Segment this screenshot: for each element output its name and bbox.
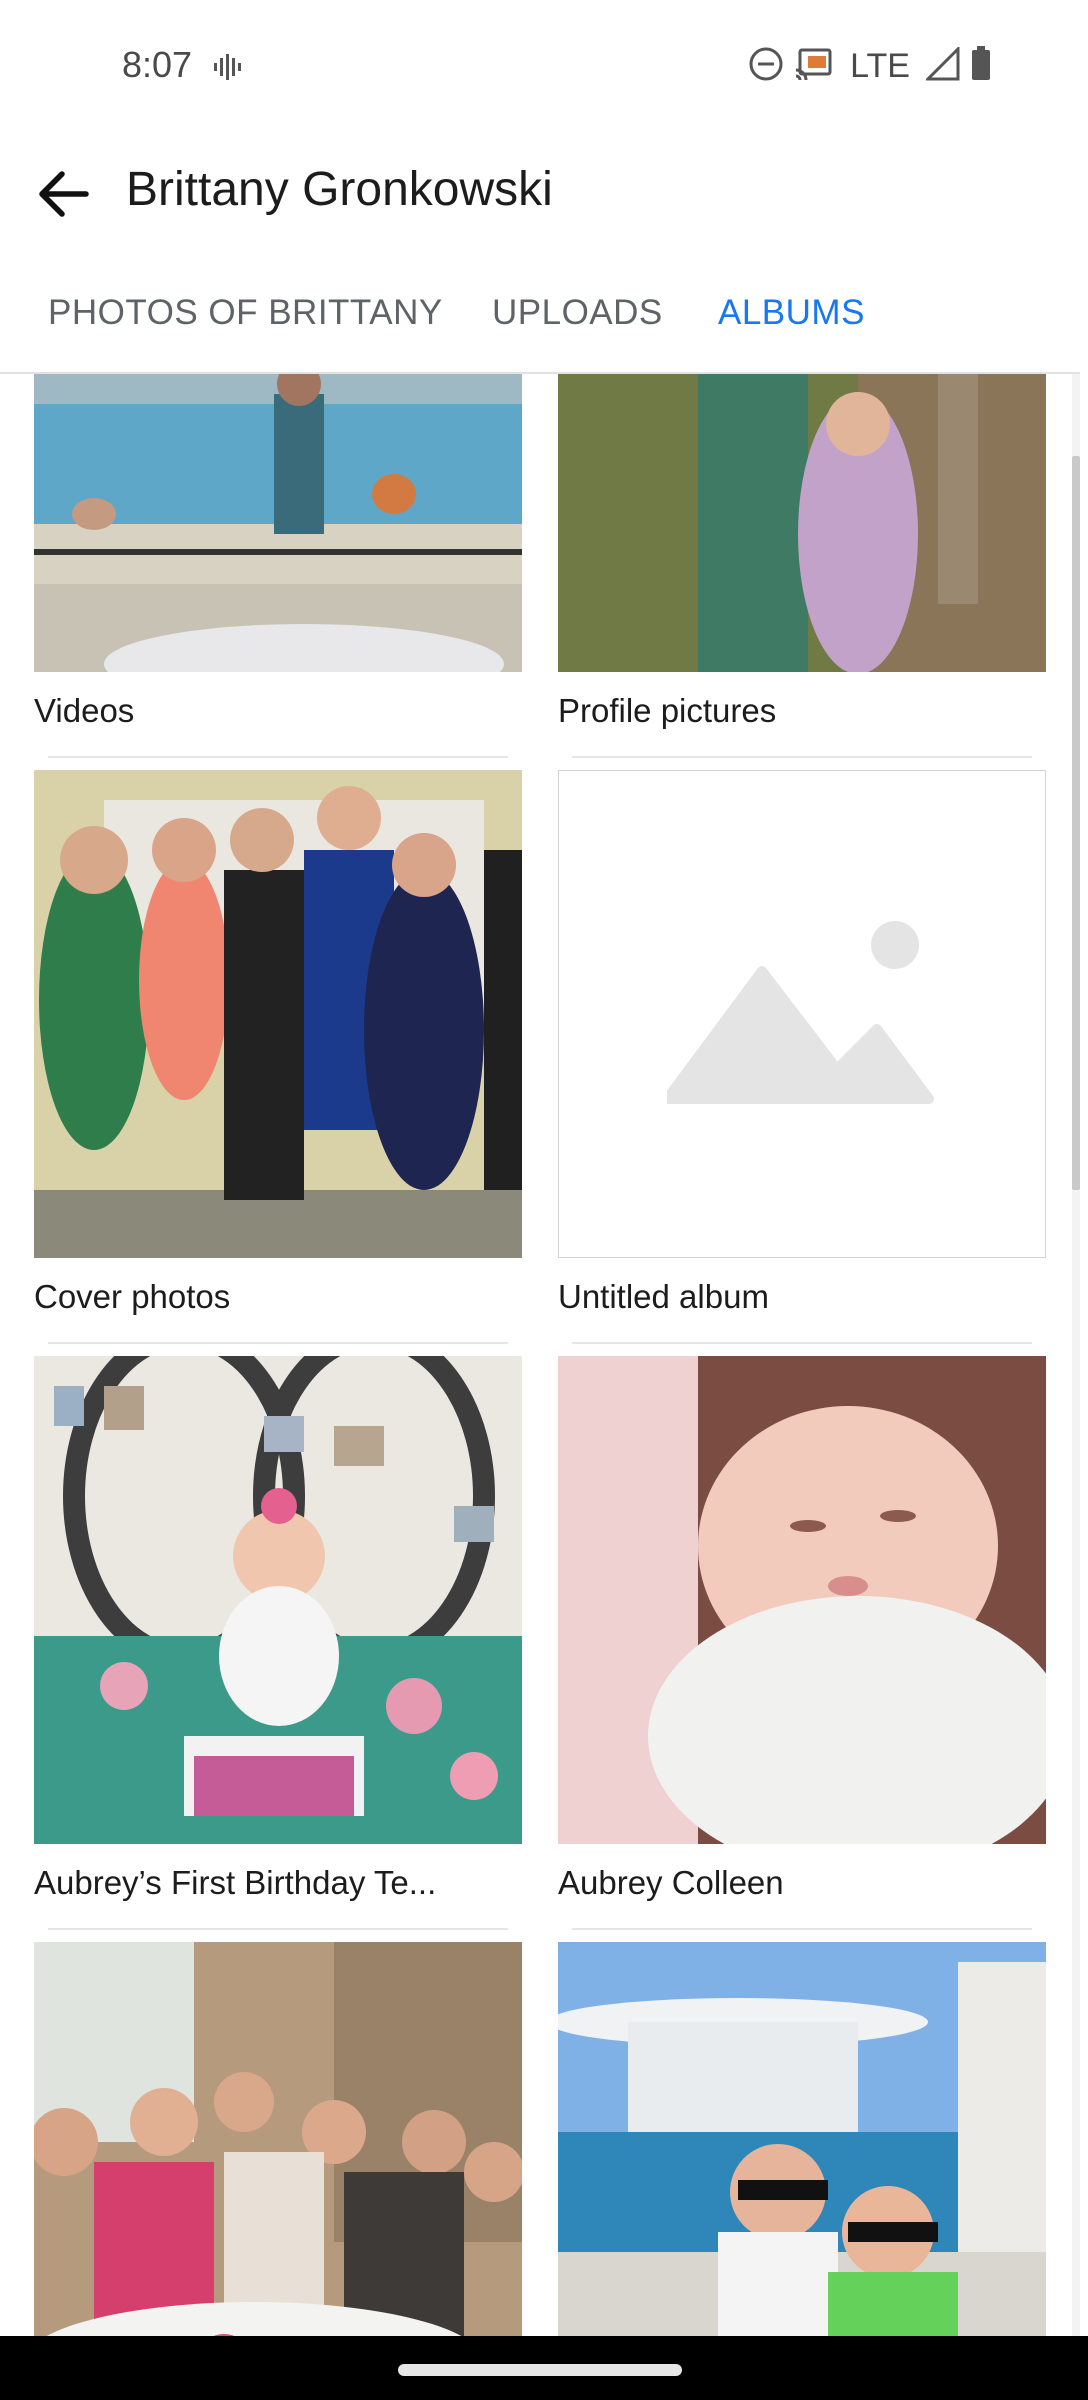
divider <box>572 1928 1032 1930</box>
album-title: Untitled album <box>558 1278 769 1315</box>
album-thumbnail-placeholder[interactable] <box>558 770 1046 1258</box>
album-thumbnail[interactable] <box>34 770 522 1258</box>
album-card[interactable]: Untitled album <box>558 770 1046 1316</box>
album-thumbnail[interactable] <box>34 374 522 672</box>
album-card[interactable]: Profile pictures <box>558 374 1046 730</box>
scrollbar-thumb[interactable] <box>1072 456 1080 1190</box>
page-title: Brittany Gronkowski <box>126 163 553 216</box>
signal-icon <box>924 45 960 86</box>
album-title: Profile pictures <box>558 692 777 729</box>
divider <box>48 756 508 758</box>
album-title: Aubrey Colleen <box>558 1864 784 1901</box>
tab-bar: PHOTOS OF BRITTANY UPLOADS ALBUMS <box>0 254 1080 374</box>
status-bar: 8:07 LTE <box>0 0 1088 134</box>
status-icons: LTE <box>748 45 992 87</box>
album-title: Cover photos <box>34 1278 231 1315</box>
album-thumbnail[interactable] <box>558 374 1046 672</box>
vibrate-icon <box>212 52 242 87</box>
album-thumbnail[interactable] <box>558 1942 1046 2336</box>
divider <box>48 1928 508 1930</box>
cast-icon <box>794 46 834 87</box>
divider <box>48 1342 508 1344</box>
back-button[interactable] <box>30 160 98 228</box>
arrow-back-icon <box>39 171 89 217</box>
album-card[interactable] <box>558 1942 1046 2336</box>
album-thumbnail[interactable] <box>558 1356 1046 1844</box>
tab-uploads[interactable]: UPLOADS <box>492 254 663 372</box>
divider <box>572 1342 1032 1344</box>
album-card[interactable]: Aubrey Colleen <box>558 1356 1046 1902</box>
do-not-disturb-icon <box>748 46 784 87</box>
album-card[interactable]: Videos <box>34 374 522 730</box>
album-card[interactable] <box>34 1942 522 2336</box>
album-title: Aubrey’s First Birthday Te... <box>34 1864 437 1901</box>
home-gesture-handle[interactable] <box>398 2364 682 2376</box>
album-thumbnail[interactable] <box>34 1942 522 2336</box>
album-card[interactable]: Cover photos <box>34 770 522 1316</box>
tab-photos-of[interactable]: PHOTOS OF BRITTANY <box>48 254 443 372</box>
album-thumbnail[interactable] <box>34 1356 522 1844</box>
tab-albums[interactable]: ALBUMS <box>718 254 865 372</box>
albums-grid: Videos Profile pictures Cover photos Unt… <box>0 374 1080 2336</box>
image-placeholder-icon <box>667 921 934 1104</box>
system-nav-bar <box>0 2336 1088 2400</box>
app-bar: Brittany Gronkowski <box>0 134 1088 254</box>
album-title: Videos <box>34 692 135 729</box>
divider <box>572 756 1032 758</box>
network-type: LTE <box>850 47 910 85</box>
status-time: 8:07 <box>122 44 193 85</box>
album-card[interactable]: Aubrey’s First Birthday Te... <box>34 1356 522 1902</box>
battery-icon <box>970 46 992 87</box>
